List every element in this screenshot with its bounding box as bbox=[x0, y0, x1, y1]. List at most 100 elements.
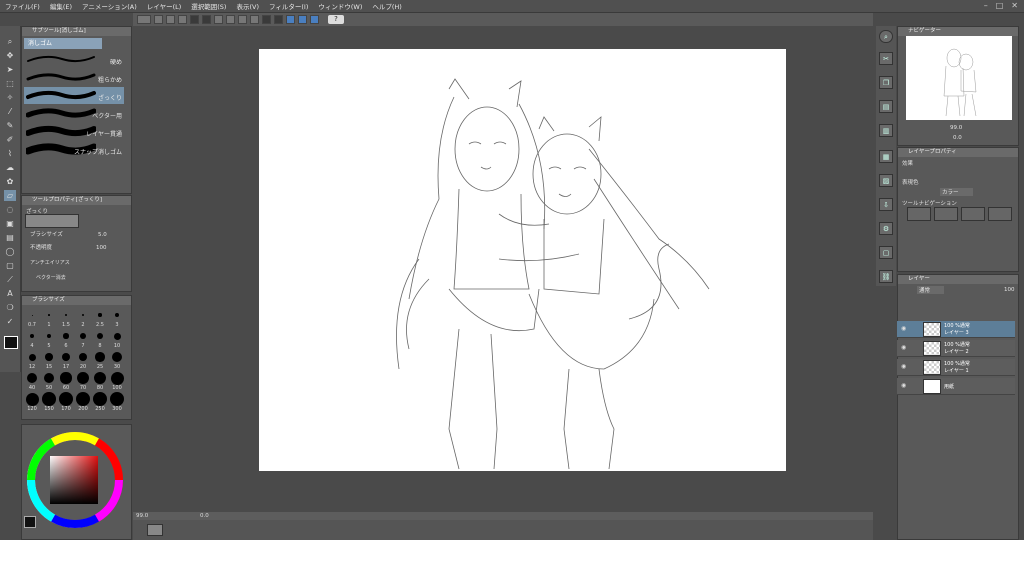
timeline-icon[interactable] bbox=[147, 524, 163, 536]
layer-row[interactable]: ◉ 100 %通常 レイヤー 1 bbox=[897, 359, 1015, 376]
color-wheel[interactable] bbox=[25, 430, 125, 530]
blend-mode-select[interactable]: 通常 bbox=[917, 286, 945, 294]
maximize-icon[interactable]: □ bbox=[996, 1, 1004, 10]
menu-item-5[interactable]: 表示(V) bbox=[231, 1, 264, 11]
frame-tool-icon[interactable]: ▢ bbox=[4, 260, 16, 271]
drawing-canvas[interactable] bbox=[259, 49, 786, 471]
fill-icon[interactable] bbox=[262, 15, 271, 24]
brush-size-dot[interactable] bbox=[76, 392, 90, 406]
gradient-icon[interactable]: ▤ bbox=[4, 232, 16, 243]
eraser-tool-icon[interactable]: ▱ bbox=[4, 190, 16, 201]
export-icon[interactable]: ⇩ bbox=[879, 198, 893, 211]
undo-icon[interactable] bbox=[190, 15, 199, 24]
subtool-item[interactable]: ざっくり bbox=[24, 87, 124, 104]
brush-size-value[interactable]: 5.0 bbox=[98, 232, 107, 238]
ruler-tool-icon[interactable]: ⟋ bbox=[4, 274, 16, 285]
decoration-icon[interactable]: ✿ bbox=[4, 176, 16, 187]
brush-size-dot[interactable] bbox=[113, 332, 121, 340]
navigator-preview[interactable] bbox=[906, 36, 1012, 120]
brush-size-dot[interactable] bbox=[59, 392, 73, 406]
tool-nav-button-2[interactable] bbox=[934, 207, 958, 221]
stroke-icon[interactable] bbox=[274, 15, 283, 24]
grid-icon[interactable] bbox=[310, 15, 319, 24]
open-file-icon[interactable] bbox=[166, 15, 175, 24]
brush-size-dot[interactable] bbox=[98, 313, 102, 317]
airbrush-icon[interactable]: ☁ bbox=[4, 162, 16, 173]
eyedropper-icon[interactable]: ⁄ bbox=[4, 106, 16, 117]
subtool-item[interactable]: 硬め bbox=[24, 51, 124, 68]
brush-size-dot[interactable] bbox=[28, 353, 36, 361]
brush-size-dot[interactable] bbox=[95, 352, 105, 362]
clear-icon[interactable] bbox=[214, 15, 223, 24]
brush-size-dot[interactable] bbox=[25, 392, 39, 406]
brush-tool-icon[interactable]: ⌇ bbox=[4, 148, 16, 159]
menu-item-8[interactable]: ヘルプ(H) bbox=[367, 1, 406, 11]
menu-item-2[interactable]: アニメーション(A) bbox=[77, 1, 142, 11]
brush-size-dot[interactable] bbox=[110, 392, 124, 406]
frame-icon[interactable]: ▢ bbox=[879, 246, 893, 259]
brush-size-dot[interactable] bbox=[77, 372, 89, 384]
main-color-swatch[interactable] bbox=[4, 336, 18, 349]
crop-icon[interactable] bbox=[250, 15, 259, 24]
tool-nav-button-4[interactable] bbox=[988, 207, 1012, 221]
operation-tool-icon[interactable]: ➤ bbox=[4, 64, 16, 75]
paste-icon[interactable]: ▤ bbox=[879, 100, 893, 113]
redo-icon[interactable] bbox=[202, 15, 211, 24]
opacity-value[interactable]: 100 bbox=[96, 245, 107, 251]
image-icon[interactable]: ▨ bbox=[879, 174, 893, 187]
tool-nav-button-3[interactable] bbox=[961, 207, 985, 221]
eye-icon[interactable]: ◉ bbox=[901, 344, 906, 351]
brush-size-dot[interactable] bbox=[30, 334, 34, 338]
pencil-tool-icon[interactable]: ✐ bbox=[4, 134, 16, 145]
brush-size-dot[interactable] bbox=[27, 373, 37, 383]
close-icon[interactable]: ✕ bbox=[1011, 1, 1018, 10]
menu-item-0[interactable]: ファイル(F) bbox=[0, 1, 45, 11]
zoom-tool-icon[interactable]: ⌕ bbox=[4, 36, 16, 47]
cut-icon[interactable]: ✂ bbox=[879, 52, 893, 65]
move-tool-icon[interactable]: ✥ bbox=[4, 50, 16, 61]
brush-size-dot[interactable] bbox=[80, 333, 86, 339]
brush-size-dot[interactable] bbox=[115, 313, 119, 317]
copy-icon[interactable]: ❐ bbox=[879, 76, 893, 89]
brush-size-dot[interactable] bbox=[112, 352, 122, 362]
menu-item-3[interactable]: レイヤー(L) bbox=[142, 1, 187, 11]
navigator-rotate[interactable]: 0.0 bbox=[953, 135, 962, 141]
brush-size-dot[interactable] bbox=[45, 353, 53, 361]
menu-item-7[interactable]: ウィンドウ(W) bbox=[313, 1, 367, 11]
brush-size-dot[interactable] bbox=[93, 392, 107, 406]
figure-tool-icon[interactable]: ◯ bbox=[4, 246, 16, 257]
eye-icon[interactable]: ◉ bbox=[901, 325, 906, 332]
brush-size-dot[interactable] bbox=[110, 371, 124, 385]
gear-icon[interactable]: ⚙ bbox=[879, 222, 893, 235]
foreground-color[interactable] bbox=[24, 516, 36, 528]
brush-size-dot[interactable] bbox=[60, 372, 72, 384]
menu-item-4[interactable]: 選択範囲(S) bbox=[186, 1, 231, 11]
save-icon[interactable] bbox=[178, 15, 187, 24]
correct-line-icon[interactable]: ✓ bbox=[4, 316, 16, 327]
display-color-select[interactable]: カラー bbox=[940, 188, 973, 196]
menu-item-6[interactable]: フィルター(I) bbox=[264, 1, 313, 11]
brush-size-dot[interactable] bbox=[63, 333, 69, 339]
blend-tool-icon[interactable]: ◌ bbox=[4, 204, 16, 215]
text-tool-icon[interactable]: A bbox=[4, 288, 16, 299]
layer-row[interactable]: ◉ 用紙 bbox=[897, 378, 1015, 395]
status-rotate[interactable]: 0.0 bbox=[200, 513, 209, 519]
menu-item-1[interactable]: 編集(E) bbox=[45, 1, 77, 11]
balloon-tool-icon[interactable]: ❍ bbox=[4, 302, 16, 313]
fill-tool-icon[interactable]: ▣ bbox=[4, 218, 16, 229]
navigator-zoom[interactable]: 99.0 bbox=[950, 125, 962, 131]
snap-icon[interactable] bbox=[286, 15, 295, 24]
subtool-item[interactable]: レイヤー貫通 bbox=[24, 123, 124, 140]
brush-size-dot[interactable] bbox=[31, 314, 33, 316]
ruler-icon[interactable] bbox=[298, 15, 307, 24]
eye-icon[interactable]: ◉ bbox=[901, 382, 906, 389]
minimize-icon[interactable]: – bbox=[984, 1, 988, 10]
layer-row[interactable]: ◉ 100 %通常 レイヤー 2 bbox=[897, 340, 1015, 357]
help-button[interactable]: ? bbox=[328, 15, 344, 24]
subtool-item[interactable]: ベクター用 bbox=[24, 105, 124, 122]
auto-select-icon[interactable]: ✧ bbox=[4, 92, 16, 103]
eye-icon[interactable] bbox=[137, 15, 151, 24]
brush-size-dot[interactable] bbox=[42, 392, 56, 406]
transform-icon[interactable] bbox=[226, 15, 235, 24]
tool-nav-button-1[interactable] bbox=[907, 207, 931, 221]
